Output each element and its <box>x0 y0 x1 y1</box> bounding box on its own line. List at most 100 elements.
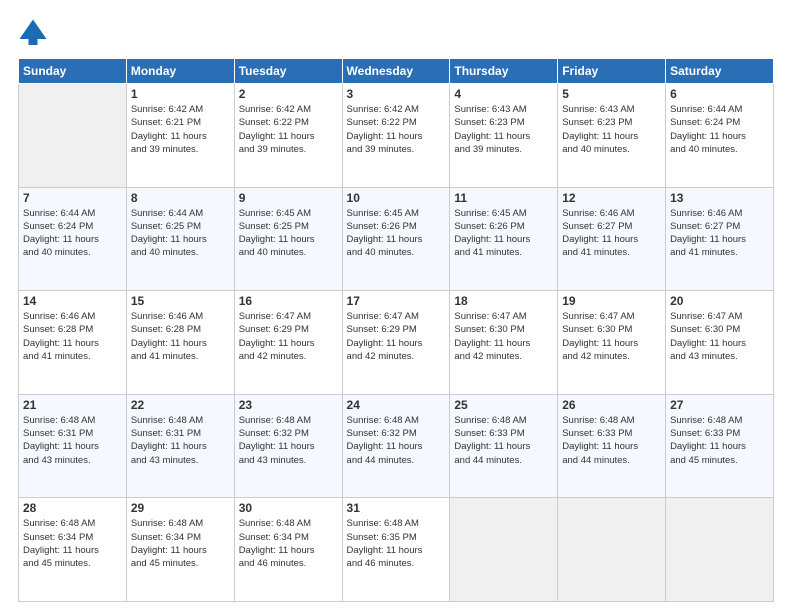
day-number: 23 <box>239 398 338 412</box>
calendar-cell: 1 Sunrise: 6:42 AMSunset: 6:21 PMDaylight… <box>126 84 234 188</box>
weekday-header-monday: Monday <box>126 59 234 84</box>
day-info: Sunrise: 6:47 AMSunset: 6:30 PMDaylight:… <box>670 310 769 363</box>
day-number: 19 <box>562 294 661 308</box>
day-number: 24 <box>347 398 446 412</box>
calendar-cell: 3Sunrise: 6:42 AMSunset: 6:22 PMDaylight… <box>342 84 450 188</box>
day-info: Sunrise: 6:43 AMSunset: 6:23 PMDaylight:… <box>562 103 661 156</box>
day-number: 2 <box>239 87 338 101</box>
day-info: Sunrise: 6:48 AMSunset: 6:33 PMDaylight:… <box>454 414 553 467</box>
day-info: Sunrise: 6:44 AMSunset: 6:24 PMDaylight:… <box>23 207 122 260</box>
day-info: Sunrise: 6:46 AMSunset: 6:27 PMDaylight:… <box>670 207 769 260</box>
day-info: Sunrise: 6:48 AMSunset: 6:34 PMDaylight:… <box>239 517 338 570</box>
calendar-cell: 16 Sunrise: 6:47 AMSunset: 6:29 PMDayligh… <box>234 291 342 395</box>
weekday-header-wednesday: Wednesday <box>342 59 450 84</box>
day-info: Sunrise: 6:48 AMSunset: 6:33 PMDaylight:… <box>670 414 769 467</box>
day-info: Sunrise: 6:45 AMSunset: 6:25 PMDaylight:… <box>239 207 338 260</box>
calendar-cell: 26 Sunrise: 6:48 AMSunset: 6:33 PMDayligh… <box>558 394 666 498</box>
day-number: 4 <box>454 87 553 101</box>
calendar-cell: 2 Sunrise: 6:42 AMSunset: 6:22 PMDaylight… <box>234 84 342 188</box>
day-number: 13 <box>670 191 769 205</box>
day-info: Sunrise: 6:45 AMSunset: 6:26 PMDaylight:… <box>347 207 446 260</box>
calendar-cell <box>558 498 666 602</box>
day-number: 29 <box>131 501 230 515</box>
day-number: 16 <box>239 294 338 308</box>
calendar-cell: 11Sunrise: 6:45 AMSunset: 6:26 PMDayligh… <box>450 187 558 291</box>
header <box>18 18 774 48</box>
day-number: 25 <box>454 398 553 412</box>
day-info: Sunrise: 6:48 AMSunset: 6:31 PMDaylight:… <box>131 414 230 467</box>
calendar-cell: 21Sunrise: 6:48 AMSunset: 6:31 PMDayligh… <box>19 394 127 498</box>
calendar-cell: 22 Sunrise: 6:48 AMSunset: 6:31 PMDayligh… <box>126 394 234 498</box>
calendar-week-4: 21Sunrise: 6:48 AMSunset: 6:31 PMDayligh… <box>19 394 774 498</box>
day-number: 20 <box>670 294 769 308</box>
calendar-week-2: 7Sunrise: 6:44 AMSunset: 6:24 PMDaylight… <box>19 187 774 291</box>
day-number: 11 <box>454 191 553 205</box>
day-info: Sunrise: 6:48 AMSunset: 6:32 PMDaylight:… <box>347 414 446 467</box>
day-info: Sunrise: 6:44 AMSunset: 6:25 PMDaylight:… <box>131 207 230 260</box>
day-info: Sunrise: 6:48 AMSunset: 6:32 PMDaylight:… <box>239 414 338 467</box>
day-number: 17 <box>347 294 446 308</box>
calendar-cell <box>19 84 127 188</box>
day-number: 1 <box>131 87 230 101</box>
day-number: 10 <box>347 191 446 205</box>
weekday-header-friday: Friday <box>558 59 666 84</box>
day-info: Sunrise: 6:47 AMSunset: 6:30 PMDaylight:… <box>454 310 553 363</box>
calendar-cell: 6 Sunrise: 6:44 AMSunset: 6:24 PMDaylight… <box>666 84 774 188</box>
day-info: Sunrise: 6:47 AMSunset: 6:29 PMDaylight:… <box>347 310 446 363</box>
calendar-cell: 25 Sunrise: 6:48 AMSunset: 6:33 PMDayligh… <box>450 394 558 498</box>
calendar-cell: 31Sunrise: 6:48 AMSunset: 6:35 PMDayligh… <box>342 498 450 602</box>
calendar-cell: 10 Sunrise: 6:45 AMSunset: 6:26 PMDayligh… <box>342 187 450 291</box>
day-number: 18 <box>454 294 553 308</box>
calendar-table: SundayMondayTuesdayWednesdayThursdayFrid… <box>18 58 774 602</box>
day-number: 28 <box>23 501 122 515</box>
weekday-header-tuesday: Tuesday <box>234 59 342 84</box>
day-number: 5 <box>562 87 661 101</box>
day-number: 26 <box>562 398 661 412</box>
day-info: Sunrise: 6:44 AMSunset: 6:24 PMDaylight:… <box>670 103 769 156</box>
day-info: Sunrise: 6:46 AMSunset: 6:27 PMDaylight:… <box>562 207 661 260</box>
calendar-cell: 30 Sunrise: 6:48 AMSunset: 6:34 PMDayligh… <box>234 498 342 602</box>
day-info: Sunrise: 6:42 AMSunset: 6:22 PMDaylight:… <box>239 103 338 156</box>
calendar-cell: 13 Sunrise: 6:46 AMSunset: 6:27 PMDayligh… <box>666 187 774 291</box>
weekday-header-saturday: Saturday <box>666 59 774 84</box>
calendar-cell: 7Sunrise: 6:44 AMSunset: 6:24 PMDaylight… <box>19 187 127 291</box>
day-info: Sunrise: 6:48 AMSunset: 6:34 PMDaylight:… <box>131 517 230 570</box>
calendar-week-3: 14 Sunrise: 6:46 AMSunset: 6:28 PMDayligh… <box>19 291 774 395</box>
day-number: 31 <box>347 501 446 515</box>
calendar-week-5: 28 Sunrise: 6:48 AMSunset: 6:34 PMDayligh… <box>19 498 774 602</box>
calendar-cell: 29 Sunrise: 6:48 AMSunset: 6:34 PMDayligh… <box>126 498 234 602</box>
day-info: Sunrise: 6:47 AMSunset: 6:29 PMDaylight:… <box>239 310 338 363</box>
calendar-cell: 4 Sunrise: 6:43 AMSunset: 6:23 PMDaylight… <box>450 84 558 188</box>
day-number: 27 <box>670 398 769 412</box>
day-number: 22 <box>131 398 230 412</box>
generalblue-logo-icon <box>18 18 48 48</box>
calendar-cell: 9 Sunrise: 6:45 AMSunset: 6:25 PMDaylight… <box>234 187 342 291</box>
day-info: Sunrise: 6:47 AMSunset: 6:30 PMDaylight:… <box>562 310 661 363</box>
day-info: Sunrise: 6:48 AMSunset: 6:34 PMDaylight:… <box>23 517 122 570</box>
weekday-header-sunday: Sunday <box>19 59 127 84</box>
day-number: 3 <box>347 87 446 101</box>
day-info: Sunrise: 6:48 AMSunset: 6:31 PMDaylight:… <box>23 414 122 467</box>
day-info: Sunrise: 6:43 AMSunset: 6:23 PMDaylight:… <box>454 103 553 156</box>
calendar-cell: 5 Sunrise: 6:43 AMSunset: 6:23 PMDaylight… <box>558 84 666 188</box>
page: SundayMondayTuesdayWednesdayThursdayFrid… <box>0 0 792 612</box>
calendar-cell: 8 Sunrise: 6:44 AMSunset: 6:25 PMDaylight… <box>126 187 234 291</box>
day-number: 12 <box>562 191 661 205</box>
day-number: 9 <box>239 191 338 205</box>
day-info: Sunrise: 6:48 AMSunset: 6:33 PMDaylight:… <box>562 414 661 467</box>
calendar-cell: 14 Sunrise: 6:46 AMSunset: 6:28 PMDayligh… <box>19 291 127 395</box>
calendar-cell: 15Sunrise: 6:46 AMSunset: 6:28 PMDayligh… <box>126 291 234 395</box>
calendar-cell: 28 Sunrise: 6:48 AMSunset: 6:34 PMDayligh… <box>19 498 127 602</box>
day-number: 15 <box>131 294 230 308</box>
calendar-cell <box>666 498 774 602</box>
day-number: 8 <box>131 191 230 205</box>
calendar-cell: 17 Sunrise: 6:47 AMSunset: 6:29 PMDayligh… <box>342 291 450 395</box>
day-number: 30 <box>239 501 338 515</box>
day-number: 14 <box>23 294 122 308</box>
logo <box>18 18 52 48</box>
calendar-cell: 18 Sunrise: 6:47 AMSunset: 6:30 PMDayligh… <box>450 291 558 395</box>
day-info: Sunrise: 6:46 AMSunset: 6:28 PMDaylight:… <box>23 310 122 363</box>
day-number: 6 <box>670 87 769 101</box>
calendar-cell: 23 Sunrise: 6:48 AMSunset: 6:32 PMDayligh… <box>234 394 342 498</box>
day-info: Sunrise: 6:42 AMSunset: 6:21 PMDaylight:… <box>131 103 230 156</box>
